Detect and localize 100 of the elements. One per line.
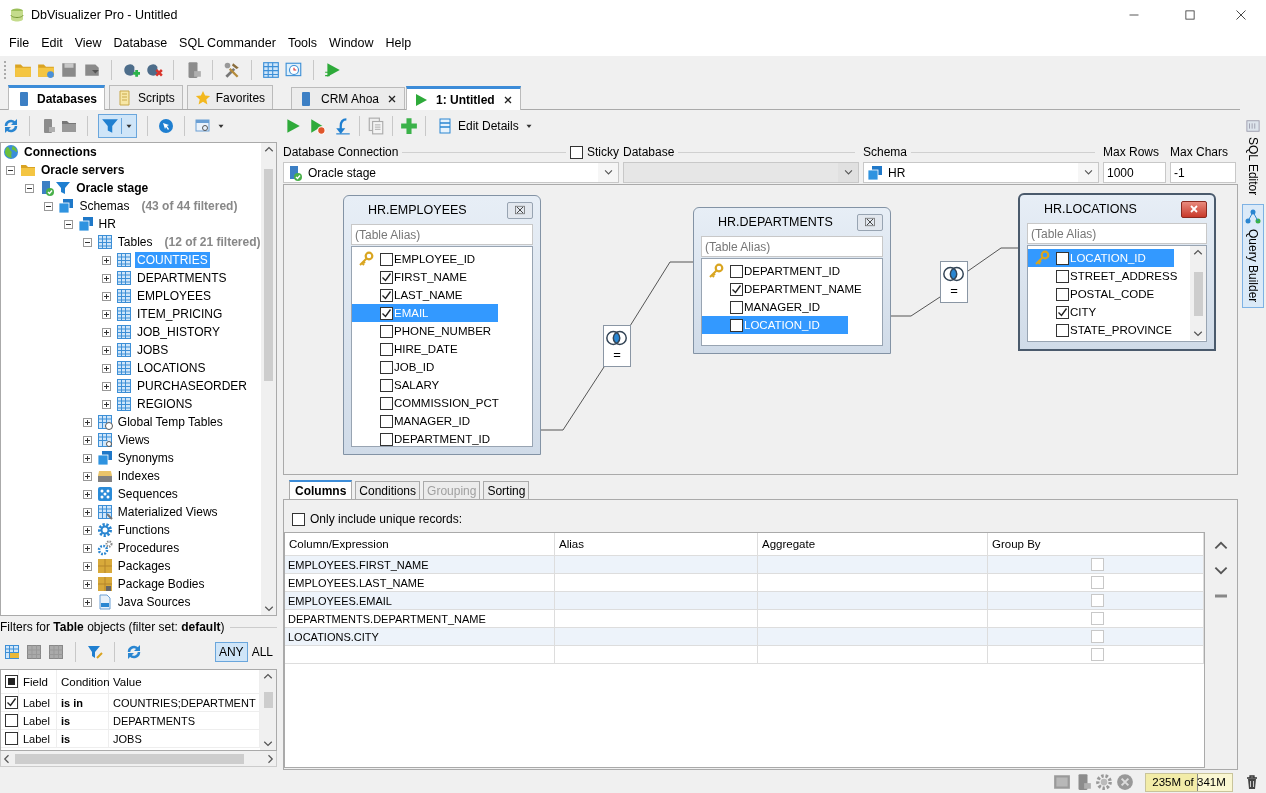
expand-toggle[interactable] — [82, 597, 92, 607]
tools-icon[interactable] — [223, 61, 241, 79]
table-icon[interactable] — [26, 644, 42, 660]
tab[interactable]: Favorites — [186, 85, 274, 109]
checkbox[interactable] — [380, 360, 393, 374]
table-icon[interactable] — [48, 644, 64, 660]
plug-remove-icon[interactable] — [145, 61, 163, 79]
tree-item[interactable]: ITEM_PRICING — [135, 306, 225, 322]
save-icon[interactable] — [60, 61, 78, 79]
edit-details-button[interactable]: Edit Details — [433, 116, 538, 136]
tree-item[interactable]: Indexes — [115, 468, 162, 484]
plug-add-icon[interactable] — [122, 61, 140, 79]
checkbox[interactable] — [570, 145, 583, 159]
checkbox[interactable] — [5, 732, 18, 745]
close-icon[interactable] — [1235, 9, 1247, 21]
select-all-checkbox[interactable] — [5, 675, 18, 688]
close-button[interactable] — [507, 201, 533, 219]
checkbox[interactable] — [380, 342, 393, 356]
toggle-button[interactable]: ANY — [214, 642, 248, 662]
column-item[interactable]: DEPARTMENT_ID — [352, 430, 498, 446]
clock-icon[interactable] — [285, 61, 303, 79]
tab[interactable]: Databases — [8, 85, 106, 110]
tree-item[interactable]: Views — [115, 432, 152, 448]
checkbox[interactable] — [730, 282, 743, 296]
tree-item[interactable]: Package Bodies — [115, 576, 207, 592]
collapse-toggle[interactable] — [82, 237, 92, 247]
schema-dropdown[interactable]: HR — [863, 162, 1099, 183]
side-tab[interactable]: SQL Editor — [1242, 114, 1264, 201]
column-item[interactable]: POSTAL_CODE — [1028, 285, 1174, 303]
tree-item[interactable]: PURCHASEORDER — [135, 378, 249, 394]
checkbox[interactable] — [380, 288, 393, 302]
checkbox[interactable] — [730, 318, 743, 332]
column-item[interactable]: HIRE_DATE — [352, 340, 498, 358]
menu-item[interactable]: Edit — [35, 33, 69, 53]
expand-toggle[interactable] — [102, 345, 111, 355]
maximize-icon[interactable] — [1184, 9, 1196, 21]
menu-item[interactable]: Tools — [281, 33, 324, 53]
close-button[interactable] — [1181, 200, 1207, 218]
menu-item[interactable]: Database — [107, 33, 174, 53]
menu-item[interactable]: File — [3, 33, 36, 53]
checkbox[interactable] — [730, 300, 743, 314]
tab[interactable]: Columns — [289, 480, 353, 500]
tab[interactable]: Sorting — [483, 481, 530, 499]
refresh-icon[interactable] — [126, 644, 142, 660]
column-item[interactable]: PHONE_NUMBER — [352, 322, 498, 340]
expand-toggle[interactable] — [102, 363, 111, 373]
tree-item[interactable]: Oracle servers — [39, 162, 127, 178]
run-icon[interactable] — [324, 61, 342, 79]
tree-item[interactable]: Tables — [115, 234, 155, 250]
tree-item[interactable]: Procedures — [115, 540, 182, 556]
checkbox[interactable] — [380, 306, 393, 320]
menu-item[interactable]: View — [68, 33, 108, 53]
collapse-toggle[interactable] — [44, 201, 54, 211]
checkbox[interactable] — [730, 264, 743, 278]
tree-item[interactable]: JOB_HISTORY — [135, 324, 222, 340]
tab[interactable]: 1: Untitled — [406, 86, 521, 110]
checkbox[interactable] — [380, 432, 393, 446]
tree-item[interactable]: DEPARTMENTS — [135, 270, 229, 286]
column-item[interactable]: DEPARTMENT_ID — [702, 262, 848, 280]
expand-toggle[interactable] — [82, 525, 92, 535]
connection-dropdown[interactable]: Oracle stage — [283, 162, 619, 183]
menu-item[interactable]: Window — [323, 33, 380, 53]
scroll-thumb[interactable] — [15, 753, 244, 764]
menu-item[interactable]: SQL Commander — [173, 33, 282, 53]
folder-gear-icon[interactable] — [37, 61, 55, 79]
tree-item[interactable]: Java Sources — [115, 594, 193, 610]
trash-icon[interactable] — [1244, 774, 1260, 790]
column-item[interactable]: STATE_PROVINCE — [1028, 321, 1174, 339]
column-item[interactable]: SALARY — [352, 376, 498, 394]
expand-toggle[interactable] — [102, 309, 111, 319]
checkbox[interactable] — [1056, 251, 1069, 265]
tree-item[interactable]: Oracle stage — [74, 180, 151, 196]
column-item[interactable]: STREET_ADDRESS — [1028, 267, 1178, 285]
undo-icon[interactable] — [334, 117, 352, 135]
expand-toggle[interactable] — [102, 399, 111, 409]
close-button[interactable] — [857, 213, 883, 231]
expand-toggle[interactable] — [82, 543, 92, 553]
scrollbar[interactable] — [0, 751, 277, 767]
checkbox[interactable] — [1056, 323, 1069, 337]
expand-toggle[interactable] — [82, 471, 92, 481]
checkbox[interactable] — [380, 252, 393, 266]
expand-toggle[interactable] — [102, 291, 111, 301]
scroll-thumb[interactable] — [263, 692, 273, 708]
side-tab[interactable]: Query Builder — [1242, 204, 1264, 308]
tab[interactable]: Scripts — [109, 85, 183, 109]
checkbox[interactable] — [1056, 269, 1069, 283]
pointer-icon[interactable] — [158, 118, 174, 134]
max-rows-field[interactable]: 1000 — [1103, 162, 1166, 183]
tree-item[interactable]: Connections — [22, 144, 99, 160]
join-node[interactable]: = — [603, 325, 631, 367]
column-item[interactable]: EMPLOYEE_ID — [352, 250, 498, 268]
run-step-icon[interactable] — [309, 117, 327, 135]
column-item[interactable]: MANAGER_ID — [352, 412, 498, 430]
tab[interactable]: Conditions — [355, 481, 421, 499]
table-node[interactable]: HR.EMPLOYEES (Table Alias) EMPLOYEE_ID FIRST_NAME LAST_NAME EMAIL PHONE_NUMBER HIRE_DATE JOB_ID SALARY COMMISSION_PCT MANAGER_ID DEPARTMENT_ID — [343, 195, 541, 455]
run-icon[interactable] — [284, 117, 302, 135]
folder-icon[interactable] — [61, 118, 77, 134]
tree-item[interactable]: Synonyms — [115, 450, 176, 466]
checkbox[interactable] — [292, 512, 305, 526]
alias-field[interactable]: (Table Alias) — [351, 224, 533, 245]
